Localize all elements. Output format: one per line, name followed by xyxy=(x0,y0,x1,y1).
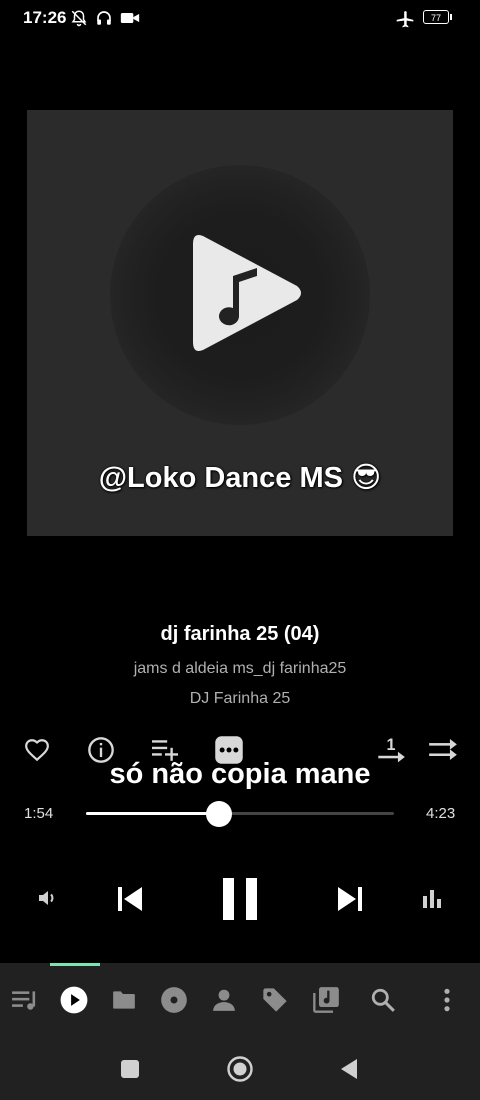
back-button[interactable] xyxy=(338,1057,360,1081)
airplane-icon xyxy=(396,11,414,28)
equalizer-icon xyxy=(423,890,441,908)
repeat-badge: 1 xyxy=(387,736,396,754)
nav-menu[interactable] xyxy=(430,983,464,1017)
menu-icon xyxy=(444,988,450,1012)
home-icon xyxy=(227,1056,253,1082)
folder-icon xyxy=(113,991,135,1009)
nav-genres[interactable] xyxy=(258,983,292,1017)
active-tab-indicator xyxy=(50,963,100,966)
back-icon xyxy=(341,1059,357,1079)
next-icon xyxy=(338,887,362,911)
nav-queue[interactable] xyxy=(8,983,42,1017)
playlist-icon xyxy=(313,987,339,1013)
pause-icon xyxy=(223,878,257,920)
recents-icon xyxy=(121,1060,139,1078)
seek-bar-thumb[interactable] xyxy=(206,801,233,827)
headphones-icon xyxy=(97,11,111,25)
queue-icon xyxy=(12,991,36,1010)
track-title: dj farinha 25 (04) xyxy=(160,623,320,645)
next-button[interactable] xyxy=(330,878,370,920)
video-camera-icon xyxy=(120,13,140,23)
battery-icon: 77 xyxy=(423,10,452,24)
total-time: 4:23 xyxy=(426,805,456,822)
music-play-logo-icon xyxy=(193,235,301,351)
nav-albums[interactable] xyxy=(157,983,191,1017)
equalizer-button[interactable] xyxy=(418,882,446,914)
overlay-caption: só não copia mane xyxy=(109,758,371,790)
search-icon xyxy=(371,988,395,1012)
track-album[interactable]: jams d aldeia ms_dj farinha25 xyxy=(0,660,480,678)
album-icon xyxy=(161,987,187,1013)
tag-icon xyxy=(263,988,287,1012)
home-button[interactable] xyxy=(226,1055,254,1083)
artist-icon xyxy=(213,989,235,1011)
status-time: 17:26 xyxy=(23,8,67,27)
current-time: 1:54 xyxy=(24,805,54,822)
nav-now-playing[interactable] xyxy=(57,983,91,1017)
volume-button[interactable] xyxy=(33,882,63,914)
nav-artists[interactable] xyxy=(207,983,241,1017)
nav-playlists[interactable] xyxy=(309,983,343,1017)
track-artist[interactable]: DJ Farinha 25 xyxy=(0,690,480,708)
seek-bar-fill xyxy=(86,812,220,815)
nav-folders[interactable] xyxy=(107,983,141,1017)
volume-icon xyxy=(39,891,54,905)
album-art[interactable]: @Loko Dance MS 😎 xyxy=(27,110,453,536)
nav-search[interactable] xyxy=(366,983,400,1017)
now-playing-icon xyxy=(60,986,88,1014)
album-art-overlay-text: @Loko Dance MS 😎 xyxy=(98,462,382,494)
recents-button[interactable] xyxy=(118,1057,142,1081)
previous-icon xyxy=(118,887,142,911)
seek-bar[interactable] xyxy=(86,801,394,827)
bell-off-icon xyxy=(71,10,87,27)
status-bar: 17:26 77 xyxy=(0,0,480,36)
previous-button[interactable] xyxy=(110,878,150,920)
pause-button[interactable] xyxy=(215,872,265,926)
